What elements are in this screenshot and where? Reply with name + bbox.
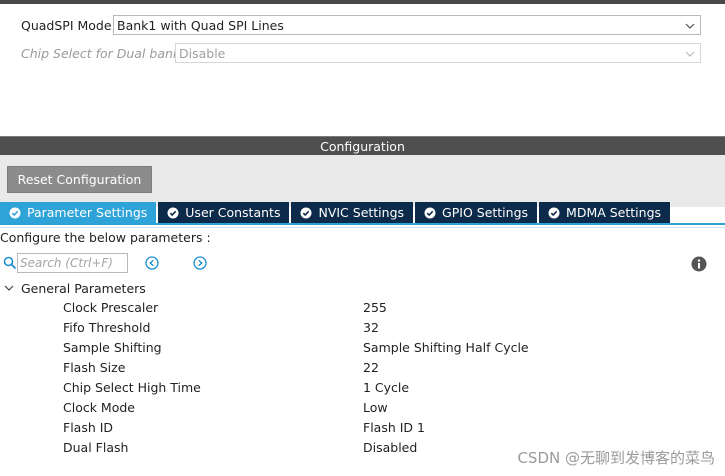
watermark: CSDN @无聊到发博客的菜鸟	[517, 449, 715, 467]
param-value[interactable]: Disabled	[363, 440, 417, 455]
tabs-divider	[0, 223, 725, 225]
chevron-down-icon	[685, 51, 695, 57]
param-value[interactable]: 32	[363, 320, 379, 335]
param-value[interactable]: Low	[363, 400, 388, 415]
param-name: Flash ID	[63, 420, 114, 435]
chipselect-label: Chip Select for Dual bank	[21, 45, 181, 61]
param-name: Chip Select High Time	[63, 380, 201, 395]
param-name: Dual Flash	[63, 440, 129, 455]
tabs-divider-light	[0, 227, 725, 228]
param-row-flash-id[interactable]: Flash ID Flash ID 1	[63, 420, 663, 440]
param-name: Clock Prescaler	[63, 300, 159, 315]
tab-label: Parameter Settings	[27, 205, 148, 220]
tab-parameter-settings[interactable]: Parameter Settings	[0, 202, 157, 223]
configuration-header: Configuration	[0, 136, 725, 155]
chevron-down-icon	[4, 285, 14, 291]
check-circle-icon	[424, 207, 436, 218]
configure-instructions: Configure the below parameters :	[0, 230, 211, 245]
general-parameters-group[interactable]: General Parameters	[4, 279, 146, 297]
previous-arrow-icon[interactable]	[145, 256, 159, 270]
param-value[interactable]: 255	[363, 300, 387, 315]
quadspi-mode-row: QuadSPI Mode	[21, 15, 112, 35]
tab-label: MDMA Settings	[566, 205, 662, 220]
param-row-clock-mode[interactable]: Clock Mode Low	[63, 400, 663, 420]
reset-configuration-label: Reset Configuration	[17, 172, 142, 187]
tab-user-constants[interactable]: User Constants	[158, 202, 290, 223]
check-circle-icon	[300, 207, 312, 218]
chipselect-select[interactable]: Disable	[175, 43, 701, 63]
info-icon[interactable]	[691, 256, 707, 272]
tab-label: User Constants	[185, 205, 281, 220]
param-row-fifo-threshold[interactable]: Fifo Threshold 32	[63, 320, 663, 340]
quadspi-mode-label: QuadSPI Mode	[21, 17, 112, 33]
settings-tabs: Parameter Settings User Constants NVIC S…	[0, 202, 672, 223]
param-row-flash-size[interactable]: Flash Size 22	[63, 360, 663, 380]
configuration-title: Configuration	[320, 138, 405, 154]
tab-mdma-settings[interactable]: MDMA Settings	[539, 202, 671, 223]
tab-label: GPIO Settings	[442, 205, 529, 220]
tab-label: NVIC Settings	[318, 205, 405, 220]
quadspi-mode-value: Bank1 with Quad SPI Lines	[117, 17, 284, 33]
reset-configuration-button[interactable]: Reset Configuration	[7, 166, 152, 193]
param-row-clock-prescaler[interactable]: Clock Prescaler 255	[63, 300, 663, 320]
tab-gpio-settings[interactable]: GPIO Settings	[415, 202, 538, 223]
param-name: Flash Size	[63, 360, 126, 375]
param-value[interactable]: 22	[363, 360, 379, 375]
chipselect-value: Disable	[179, 45, 226, 61]
search-icon	[3, 256, 17, 270]
next-arrow-icon[interactable]	[193, 256, 207, 270]
param-name: Sample Shifting	[63, 340, 162, 355]
group-label: General Parameters	[21, 280, 146, 296]
tab-nvic-settings[interactable]: NVIC Settings	[291, 202, 414, 223]
chevron-down-icon	[685, 23, 695, 29]
param-row-sample-shifting[interactable]: Sample Shifting Sample Shifting Half Cyc…	[63, 340, 663, 360]
check-circle-icon	[548, 207, 560, 218]
check-circle-icon	[167, 207, 179, 218]
check-circle-icon	[9, 207, 21, 218]
chipselect-row: Chip Select for Dual bank	[21, 43, 180, 63]
param-value[interactable]: 1 Cycle	[363, 380, 409, 395]
param-row-chip-select-high-time[interactable]: Chip Select High Time 1 Cycle	[63, 380, 663, 400]
param-value[interactable]: Sample Shifting Half Cycle	[363, 340, 529, 355]
param-name: Clock Mode	[63, 400, 135, 415]
param-value[interactable]: Flash ID 1	[363, 420, 425, 435]
search-input[interactable]	[17, 253, 128, 273]
param-name: Fifo Threshold	[63, 320, 151, 335]
top-border	[0, 0, 725, 4]
quadspi-mode-select[interactable]: Bank1 with Quad SPI Lines	[113, 15, 701, 35]
